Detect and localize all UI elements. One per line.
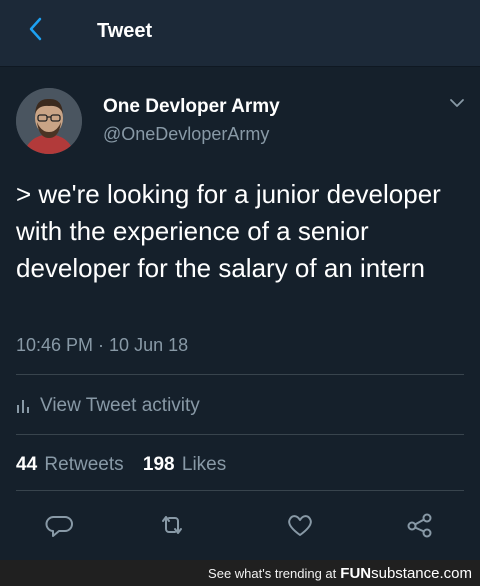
display-name[interactable]: One Devloper Army bbox=[103, 96, 280, 118]
brand-name-bold: FUN bbox=[340, 564, 372, 582]
chevron-left-icon bbox=[29, 17, 42, 41]
chevron-down-icon bbox=[450, 99, 464, 107]
tweet-stats: 44 Retweets 198 Likes bbox=[16, 454, 240, 476]
footer-text: See what's trending at bbox=[208, 565, 337, 581]
reply-button[interactable] bbox=[45, 511, 75, 539]
page-title: Tweet bbox=[97, 20, 153, 42]
retweet-button[interactable] bbox=[157, 511, 187, 539]
watermark-footer: See what's trending at FUN substance.com bbox=[0, 560, 480, 586]
heart-icon bbox=[288, 515, 312, 536]
tweet-text: > we're looking for a junior developer w… bbox=[16, 179, 441, 283]
more-options-button[interactable] bbox=[447, 96, 467, 110]
divider bbox=[16, 374, 464, 375]
share-button[interactable] bbox=[405, 511, 435, 539]
back-button[interactable] bbox=[22, 14, 50, 44]
view-tweet-activity-button[interactable]: View Tweet activity bbox=[16, 392, 200, 420]
retweets-label[interactable]: Retweets bbox=[44, 454, 123, 475]
retweet-icon bbox=[162, 516, 182, 534]
action-bar bbox=[0, 505, 480, 545]
top-bar: Tweet bbox=[0, 0, 480, 67]
likes-count[interactable]: 198 bbox=[143, 454, 175, 475]
activity-chart-icon bbox=[17, 400, 29, 413]
activity-label: View Tweet activity bbox=[40, 395, 200, 416]
divider bbox=[16, 490, 464, 491]
divider bbox=[16, 434, 464, 435]
reply-icon bbox=[45, 516, 73, 537]
avatar[interactable] bbox=[16, 88, 82, 154]
like-button[interactable] bbox=[285, 511, 315, 539]
retweets-count[interactable]: 44 bbox=[16, 454, 37, 475]
brand-name-rest: substance.com bbox=[371, 564, 472, 582]
avatar-image bbox=[16, 88, 82, 154]
user-handle[interactable]: @OneDevloperArmy bbox=[103, 124, 269, 145]
share-icon bbox=[407, 513, 432, 538]
tweet-timestamp[interactable]: 10:46 PM · 10 Jun 18 bbox=[16, 335, 188, 356]
likes-label[interactable]: Likes bbox=[182, 454, 226, 475]
